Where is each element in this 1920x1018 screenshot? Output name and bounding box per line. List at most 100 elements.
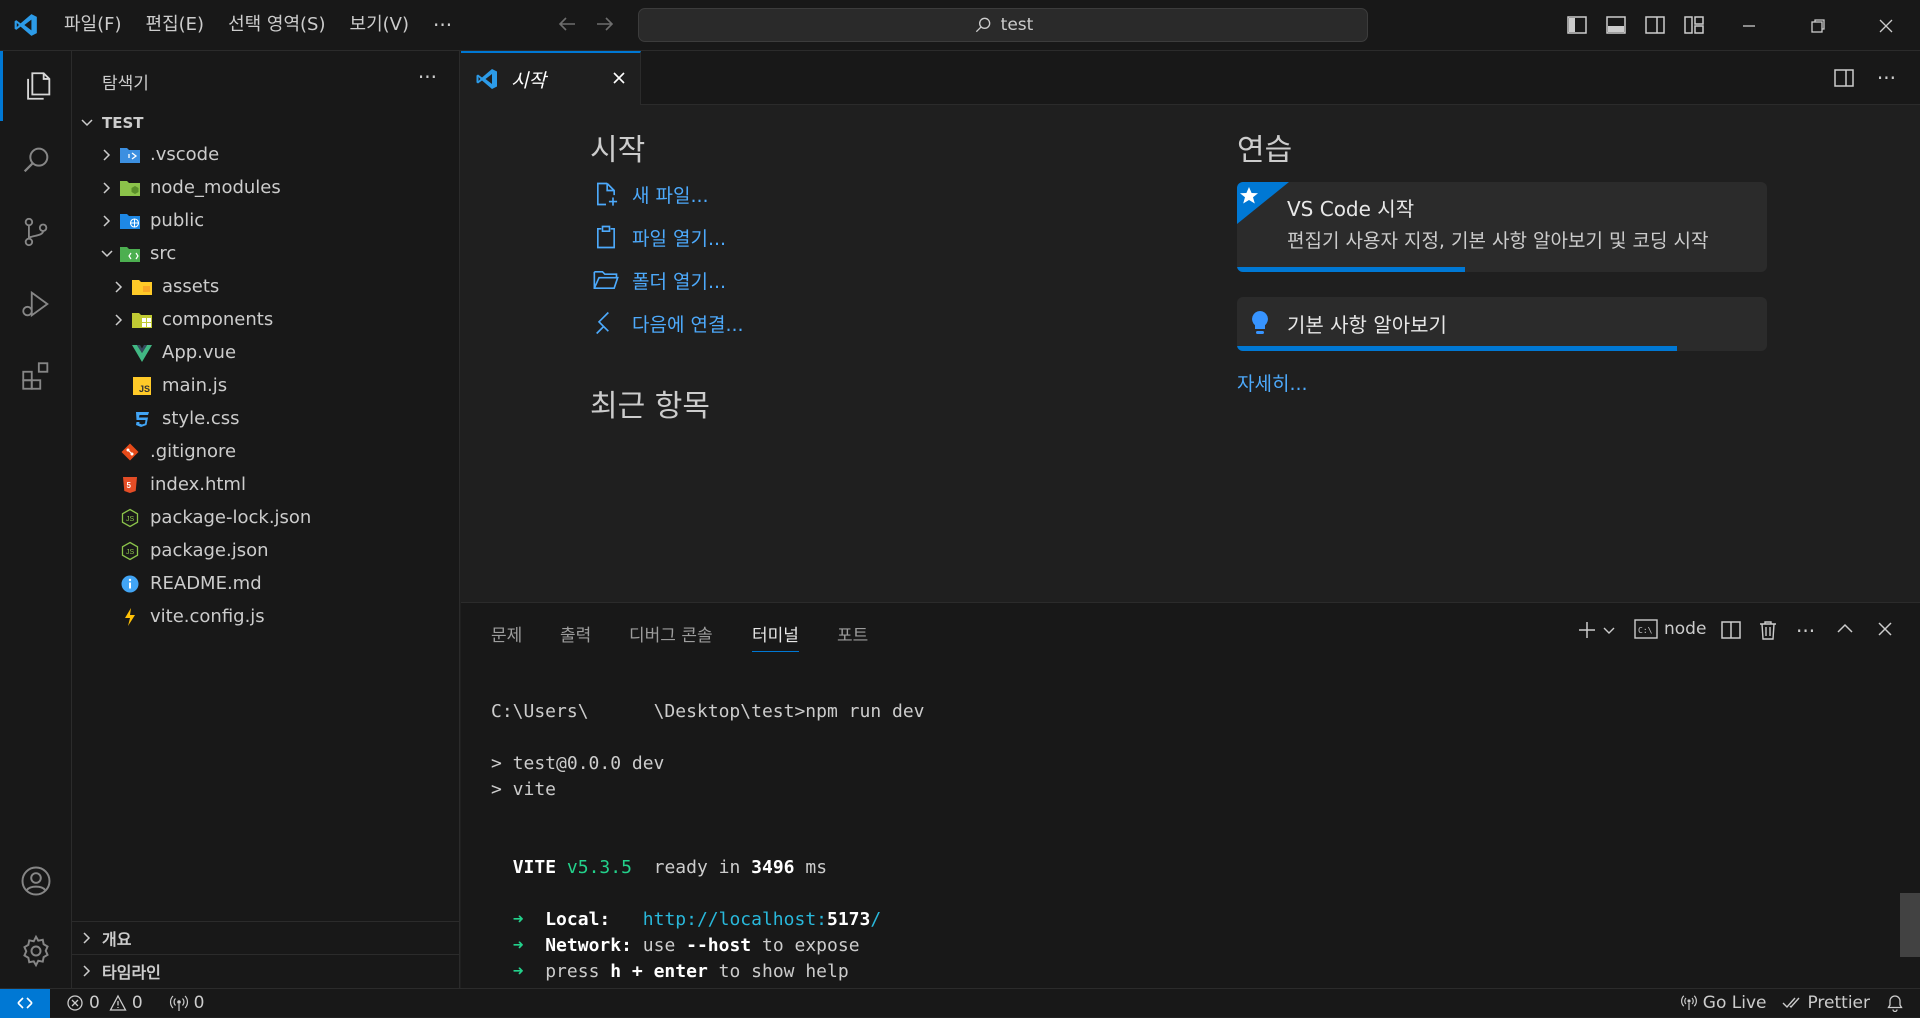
section-timeline[interactable]: 타임라인 bbox=[72, 954, 460, 986]
close-panel-icon[interactable] bbox=[1875, 619, 1895, 639]
extensions-icon[interactable] bbox=[0, 341, 72, 411]
tree-item-package-lock-json[interactable]: JS package-lock.json bbox=[72, 501, 460, 534]
explorer-icon[interactable] bbox=[0, 51, 72, 121]
toggle-panel-icon[interactable] bbox=[1605, 14, 1627, 36]
run-debug-icon[interactable] bbox=[0, 269, 72, 339]
tree-item-label: index.html bbox=[150, 474, 246, 495]
section-outline[interactable]: 개요 bbox=[72, 921, 460, 953]
open-file-link[interactable]: 파일 열기... bbox=[592, 223, 726, 251]
activity-bar bbox=[0, 51, 72, 988]
menu-view[interactable]: 보기(V) bbox=[338, 7, 421, 43]
notifications-bell-icon[interactable] bbox=[1878, 994, 1912, 1012]
customize-layout-icon[interactable] bbox=[1683, 14, 1705, 36]
arrow-right-icon[interactable] bbox=[593, 12, 617, 36]
maximize-panel-icon[interactable] bbox=[1835, 619, 1855, 639]
menu-selection[interactable]: 선택 영역(S) bbox=[216, 7, 337, 43]
new-terminal-button[interactable] bbox=[1576, 619, 1616, 641]
git-file-icon bbox=[118, 441, 142, 463]
bottom-panel: 문제 출력 디버그 콘솔 터미널 포트 C:\ node ··· C:\User… bbox=[461, 602, 1920, 988]
search-icon bbox=[973, 15, 993, 35]
tab-output[interactable]: 출력 bbox=[560, 621, 591, 646]
folder-header[interactable]: TEST bbox=[72, 108, 460, 138]
settings-gear-icon[interactable] bbox=[0, 916, 72, 986]
toggle-primary-sidebar-icon[interactable] bbox=[1566, 14, 1588, 36]
tree-item-app-vue[interactable]: App.vue bbox=[72, 336, 460, 369]
error-count: 0 bbox=[89, 993, 100, 1013]
arrow-left-icon[interactable] bbox=[555, 12, 579, 36]
tab-ports[interactable]: 포트 bbox=[837, 621, 868, 646]
command-center-search[interactable]: test bbox=[638, 8, 1368, 42]
more-walkthroughs-link[interactable]: 자세히... bbox=[1237, 369, 1308, 396]
tab-debug-console[interactable]: 디버그 콘솔 bbox=[629, 621, 713, 646]
explorer-sidebar: 탐색기 ··· TEST .vscode node_modules public… bbox=[72, 51, 460, 988]
go-live-button[interactable]: Go Live bbox=[1672, 993, 1775, 1013]
terminal-selector[interactable]: C:\ node bbox=[1634, 619, 1706, 639]
tree-item-assets[interactable]: assets bbox=[72, 270, 460, 303]
tree-item-readme-md[interactable]: README.md bbox=[72, 567, 460, 600]
command-center-text: test bbox=[1000, 15, 1034, 35]
tree-item-label: public bbox=[150, 210, 205, 231]
connect-to-link[interactable]: 다음에 연결... bbox=[592, 309, 744, 337]
tree-item-index-html[interactable]: 5 index.html bbox=[72, 468, 460, 501]
tab-label: 시작 bbox=[511, 69, 546, 92]
tree-item-node-modules[interactable]: node_modules bbox=[72, 171, 460, 204]
remote-connect-icon bbox=[592, 309, 620, 337]
node-file-icon: JS bbox=[118, 507, 142, 529]
open-folder-label: 폴더 열기... bbox=[632, 270, 727, 293]
tree-item-src[interactable]: src bbox=[72, 237, 460, 270]
search-icon[interactable] bbox=[0, 125, 72, 195]
tree-item-gitignore[interactable]: .gitignore bbox=[72, 435, 460, 468]
chevron-right-icon bbox=[72, 964, 102, 978]
remote-indicator-icon[interactable] bbox=[0, 988, 50, 1018]
menu-edit[interactable]: 편집(E) bbox=[134, 7, 217, 43]
walkthrough-card-fundamentals[interactable]: 기본 사항 알아보기 bbox=[1237, 297, 1767, 351]
walkthrough-card-get-started[interactable]: VS Code 시작 편집기 사용자 지정, 기본 사항 알아보기 및 코딩 시… bbox=[1237, 182, 1767, 272]
connect-to-label: 다음에 연결... bbox=[632, 313, 744, 336]
problems-indicator[interactable]: 0 0 bbox=[58, 993, 151, 1013]
terminal-line: ➜ Local: http://localhost:5173/ bbox=[512, 909, 882, 930]
terminal-output[interactable]: C:\Users\ \Desktop\test>npm run dev > te… bbox=[491, 701, 925, 985]
section-label: 타임라인 bbox=[102, 962, 161, 982]
walkthrough-progress-bar bbox=[1237, 346, 1677, 351]
close-icon[interactable] bbox=[610, 69, 628, 87]
panel-more-icon[interactable]: ··· bbox=[1796, 619, 1815, 643]
trash-icon[interactable] bbox=[1757, 619, 1779, 641]
close-window-button[interactable] bbox=[1858, 0, 1914, 51]
tree-item-style-css[interactable]: style.css bbox=[72, 402, 460, 435]
prettier-button[interactable]: Prettier bbox=[1774, 993, 1878, 1013]
tab-problems[interactable]: 문제 bbox=[491, 621, 522, 646]
tree-item-vscode[interactable]: .vscode bbox=[72, 138, 460, 171]
more-actions-icon[interactable]: ··· bbox=[1877, 66, 1896, 90]
tree-item-public[interactable]: public bbox=[72, 204, 460, 237]
tree-item-package-json[interactable]: JS package.json bbox=[72, 534, 460, 567]
section-label: 개요 bbox=[102, 929, 132, 949]
ports-indicator[interactable]: 0 bbox=[161, 993, 213, 1013]
src-folder-icon bbox=[118, 243, 142, 265]
restore-button[interactable] bbox=[1790, 0, 1846, 51]
menu-file[interactable]: 파일(F) bbox=[52, 7, 134, 43]
new-file-link[interactable]: 새 파일... bbox=[592, 180, 709, 208]
svg-text:JS: JS bbox=[126, 549, 135, 556]
components-folder-icon bbox=[130, 309, 154, 331]
terminal-scrollbar[interactable] bbox=[1900, 893, 1920, 957]
terminal-line: VITE v5.3.5 ready in 3496 ms bbox=[512, 857, 828, 878]
toggle-secondary-sidebar-icon[interactable] bbox=[1644, 14, 1666, 36]
source-control-icon[interactable] bbox=[0, 197, 72, 267]
tab-terminal[interactable]: 터미널 bbox=[752, 621, 799, 652]
welcome-page: 시작 새 파일... 파일 열기... 폴더 열기... 다음에 연결... 최… bbox=[461, 105, 1920, 602]
vscode-logo-icon bbox=[0, 0, 52, 51]
minimize-button[interactable] bbox=[1721, 0, 1777, 51]
accounts-icon[interactable] bbox=[0, 846, 72, 916]
public-folder-icon bbox=[118, 210, 142, 232]
tree-item-components[interactable]: components bbox=[72, 303, 460, 336]
split-editor-icon[interactable] bbox=[1833, 67, 1855, 89]
menu-more-button[interactable]: ··· bbox=[421, 13, 464, 37]
recent-heading: 최근 항목 bbox=[590, 389, 710, 424]
tree-item-vite-config-js[interactable]: vite.config.js bbox=[72, 600, 460, 633]
sidebar-more-button[interactable]: ··· bbox=[418, 65, 437, 89]
tab-welcome[interactable]: 시작 bbox=[461, 51, 641, 105]
open-folder-link[interactable]: 폴더 열기... bbox=[592, 266, 726, 294]
tree-item-main-js[interactable]: JS main.js bbox=[72, 369, 460, 402]
split-terminal-icon[interactable] bbox=[1720, 619, 1742, 641]
